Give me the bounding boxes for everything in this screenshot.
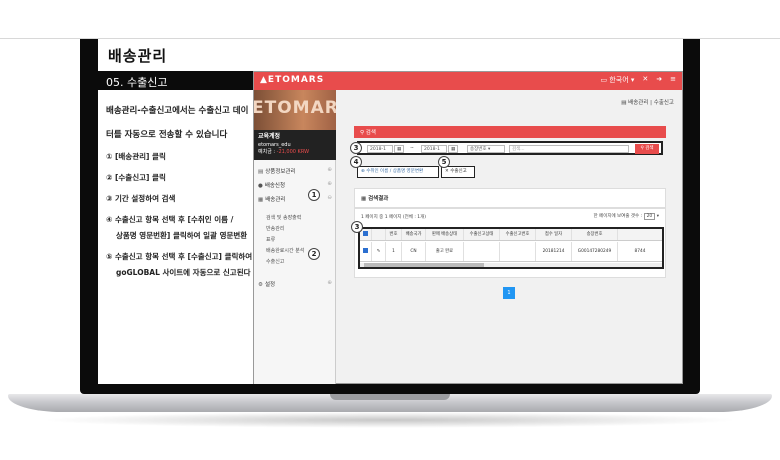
results-title: ▦ 검색결과 (361, 196, 389, 202)
instruction-steps: ① [배송관리] 클릭 ② [수출신고] 클릭 ③ 기간 설정하여 검색 ④ 수… (106, 149, 256, 286)
sidebar-item-products[interactable]: ▤ 상품정보관리 ⊕ (254, 164, 336, 178)
step-1: ① [배송관리] 클릭 (106, 152, 166, 161)
profile-balance: 예치금 : -21,000 KRW (258, 149, 310, 155)
col-header-edit (372, 229, 386, 240)
calendar-icon[interactable]: ▦ (448, 145, 458, 153)
logout-icon[interactable]: ➜ (656, 75, 662, 85)
convert-english-button[interactable]: ⊕ 수취인 이름 / 상품명 영문변환 (357, 166, 439, 178)
step-marker-4: 4 (350, 156, 362, 168)
main-content: ▤ 배송관리 | 수출신고 ⚲ 검색 2018-1 ▦ ~ 2018-1 ▦ 송… (337, 90, 682, 384)
step-3: ③ 기간 설정하여 검색 (106, 194, 176, 203)
col-header-extra (618, 229, 662, 240)
select-all-checkbox[interactable] (360, 229, 372, 240)
user-icon: ● (258, 183, 263, 189)
results-panel-header: ▦ 검색결과 (354, 188, 666, 208)
step-marker-5: 5 (438, 156, 450, 168)
laptop-shadow (40, 412, 740, 428)
horizontal-scrollbar[interactable] (360, 263, 662, 267)
profile-name: 교육계정 (258, 133, 281, 140)
date-to-input[interactable]: 2018-1 (421, 145, 447, 153)
step-marker-1: 1 (308, 189, 320, 201)
cell-extra: 8744 (634, 249, 646, 254)
per-page-control[interactable]: 한 페이지에 보여줄 갯수 : 20 ▾ (593, 213, 659, 220)
col-header-export-status: 수출신고상태 (464, 229, 500, 240)
gear-icon: ⚙ (258, 282, 263, 288)
sidebar-menu: ▤ 상품정보관리 ⊕ ● 배송신청 ⊕ ▦ 배송관리 ⊖ 검색 및 송장출력 반송관리 표류… (254, 164, 336, 291)
sidebar-banner: ETOMARS (254, 90, 336, 130)
sidebar-item-shipping-request[interactable]: ● 배송신청 ⊕ (254, 178, 336, 192)
laptop-screen: 배송관리 05. 수출신고 배송관리-수출신고에서는 수출신고 데이터를 자동으… (98, 39, 683, 384)
results-area: 1 페이지 중 1 페이지 (전체 : 1개) 한 페이지에 보여줄 갯수 : … (351, 208, 666, 278)
step-marker-2: 2 (308, 248, 320, 260)
header-icons: ▭ 한국어 ▾ ✕ ➜ ≡ (600, 75, 676, 85)
table-header: 번호 배송국가 판매 배송상태 수출신고상태 수출신고번호 접수 일자 송장번호 (360, 229, 662, 241)
cell-export-number (500, 242, 536, 261)
cell-status: 출고 완료 (426, 242, 464, 261)
step-4: ④ 수출신고 항목 선택 후 [수취인 이름 / 상품명 영문번환] 클릭하여 일… (106, 215, 248, 240)
user-profile: 교육계정 etomars_edu 예치금 : -21,000 KRW (254, 130, 336, 160)
col-header-date: 접수 일자 (536, 229, 572, 240)
page-info: 1 페이지 중 1 페이지 (전체 : 1개) (361, 215, 427, 220)
page-title: 배송관리 (108, 47, 168, 65)
submenu-export-declaration[interactable]: 수출신고 (254, 256, 336, 267)
submenu-drift[interactable]: 표류 (254, 234, 336, 245)
table-row[interactable]: ✎ 1 CN 출고 완료 20181214 G00147280249 8744 (360, 242, 662, 262)
menu-icon[interactable]: ≡ (670, 75, 676, 85)
brand-logo: ▲ETOMARS (260, 75, 325, 85)
search-button[interactable]: ⚲ 검색 (635, 144, 659, 154)
pagination-page-1[interactable]: 1 (503, 287, 515, 299)
breadcrumb: ▤ 배송관리 | 수출신고 (621, 100, 674, 106)
section-description: 배송관리-수출신고에서는 수출신고 데이터를 자동으로 전송할 수 있습니다 (106, 106, 249, 140)
app-header: ▲ETOMARS ▭ 한국어 ▾ ✕ ➜ ≡ (254, 72, 682, 90)
fullscreen-icon[interactable]: ✕ (642, 75, 648, 85)
app-window: ▲ETOMARS ▭ 한국어 ▾ ✕ ➜ ≡ ETOMARS 교육계정 etom… (253, 71, 683, 384)
cell-date: 20181214 (536, 242, 572, 261)
sidebar: ETOMARS 교육계정 etomars_edu 예치금 : -21,000 K… (254, 90, 336, 384)
search-bar: 2018-1 ▦ ~ 2018-1 ▦ 송장번호 ▾ 검색... ⚲ 검색 (357, 141, 663, 155)
search-panel-header: ⚲ 검색 (354, 126, 666, 138)
cell-no: 1 (386, 242, 402, 261)
date-from-input[interactable]: 2018-1 (367, 145, 393, 153)
cell-country: CN (402, 242, 426, 261)
list-icon: ▤ (258, 169, 264, 175)
grid-icon: ▦ (258, 197, 264, 203)
search-input[interactable]: 검색... (509, 145, 629, 153)
date-tilde: ~ (407, 145, 417, 153)
laptop-notch (330, 394, 450, 400)
submenu-search-print[interactable]: 검색 및 송장출력 (254, 212, 336, 223)
export-declare-button[interactable]: ✕ 수출신고 (441, 166, 475, 178)
profile-id: etomars_edu (258, 142, 291, 148)
step-5: ⑤ 수출신고 항목 선택 후 [수출신고] 클릭하여 goGLOBAL 사이트에 … (106, 252, 253, 277)
search-type-select[interactable]: 송장번호 ▾ (467, 145, 505, 153)
sidebar-item-shipping-management[interactable]: ▦ 배송관리 ⊖ (254, 192, 336, 206)
col-header-status: 판매 배송상태 (426, 229, 464, 240)
cell-export-status (464, 242, 500, 261)
cell-invoice: G00147280249 (572, 242, 618, 261)
section-header: 05. 수출신고 (98, 71, 253, 90)
calendar-icon[interactable]: ▦ (394, 145, 404, 153)
sidebar-item-settings[interactable]: ⚙ 설정 ⊕ (254, 277, 336, 291)
col-header-no: 번호 (386, 229, 402, 240)
language-selector[interactable]: ▭ 한국어 ▾ (600, 75, 634, 85)
step-marker-3b: 3 (351, 221, 363, 233)
row-checkbox[interactable] (360, 242, 372, 261)
edit-icon[interactable]: ✎ (372, 242, 386, 261)
col-header-export-number: 수출신고번호 (500, 229, 536, 240)
submenu-return[interactable]: 반송관리 (254, 223, 336, 234)
step-marker-3: 3 (350, 142, 362, 154)
results-table: 번호 배송국가 판매 배송상태 수출신고상태 수출신고번호 접수 일자 송장번호… (358, 227, 664, 269)
col-header-invoice: 송장번호 (572, 229, 618, 240)
submenu-delivery-analysis[interactable]: 배송완료시간 분석 (254, 245, 336, 256)
step-2: ② [수출신고] 클릭 (106, 173, 166, 182)
col-header-country: 배송국가 (402, 229, 426, 240)
